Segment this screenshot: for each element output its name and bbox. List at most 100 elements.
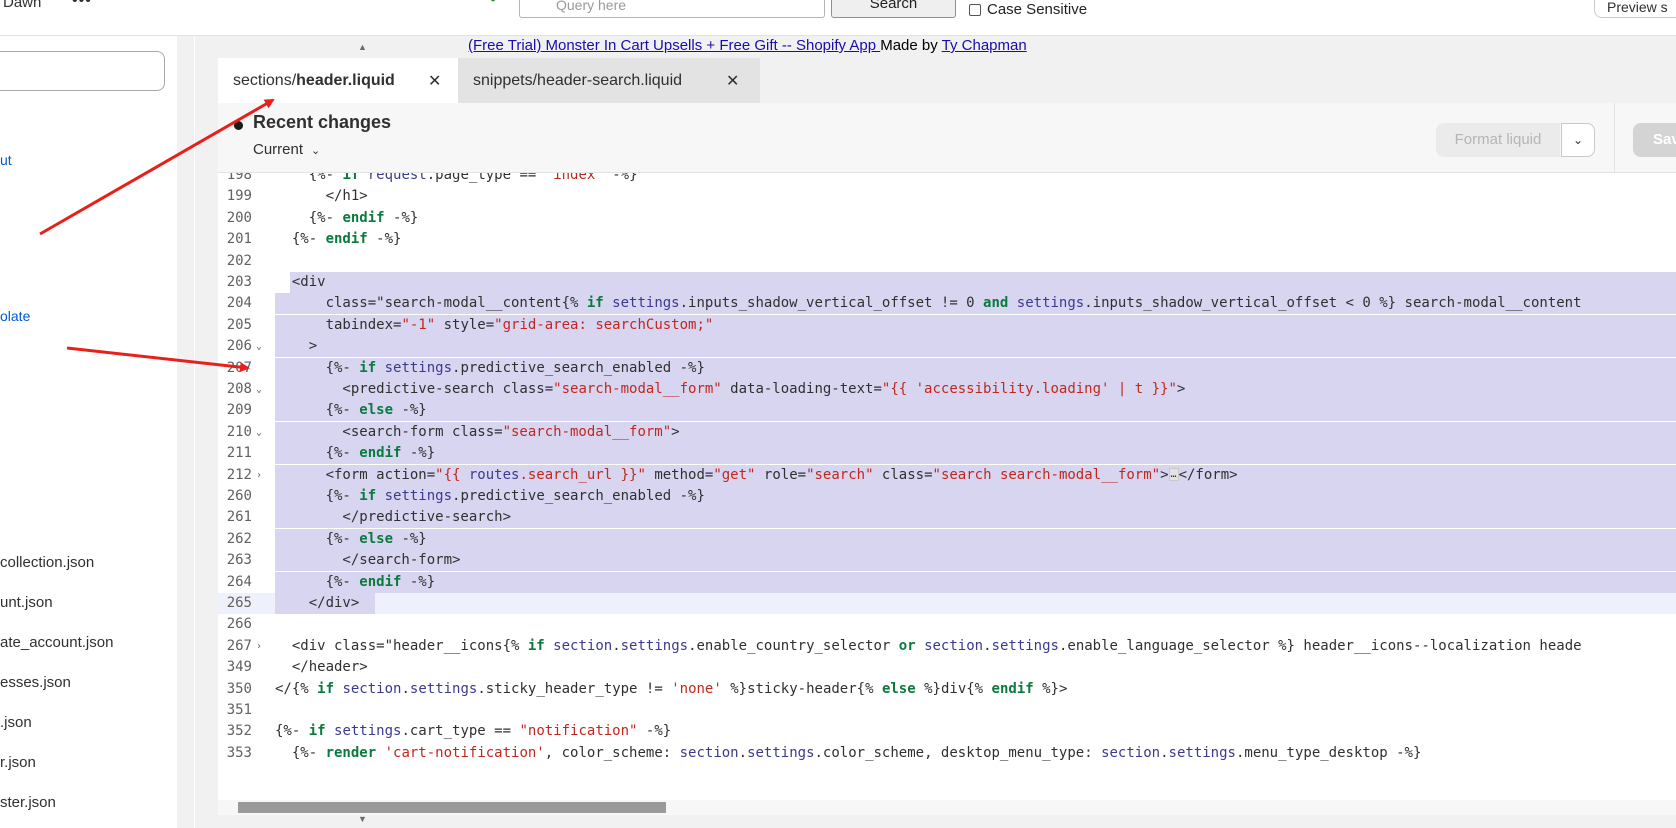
close-icon[interactable]: ✕ [428, 71, 441, 91]
format-liquid-button[interactable]: Format liquid [1436, 123, 1560, 157]
code-line[interactable]: 260 {%- if settings.predictive_search_en… [218, 486, 1676, 507]
code-editor-panel: sections/header.liquid ✕ snippets/header… [218, 57, 1676, 815]
line-number: 264 [226, 573, 252, 590]
code-line[interactable]: 261 </predictive-search> [218, 507, 1676, 529]
made-by-text: Made by [880, 37, 942, 54]
scroll-up-icon[interactable]: ▲ [358, 42, 367, 52]
theme-code-editor-screen: { "topbar": { "store_name": "Dawn", "mor… [0, 0, 1676, 828]
code-line[interactable]: 201 {%- endif -%} [218, 229, 1676, 250]
file-item[interactable]: unt.json [0, 594, 53, 611]
code-text: <search-form class="search-modal__form"> [275, 423, 680, 440]
file-item[interactable]: collection.json [0, 554, 94, 571]
code-line[interactable]: 266 [218, 614, 1676, 635]
fold-toggle-icon[interactable]: › [256, 465, 262, 486]
tab-header-search-liquid[interactable]: snippets/header-search.liquid ✕ [458, 58, 760, 103]
code-text: tabindex="-1" style="grid-area: searchCu… [275, 316, 714, 333]
file-search-input[interactable] [0, 51, 165, 91]
file-item[interactable]: ate_account.json [0, 634, 113, 651]
save-button[interactable]: Sav [1633, 123, 1676, 157]
code-line[interactable]: 264 {%- endif -%} [218, 571, 1676, 593]
search-button[interactable]: Search [831, 0, 956, 18]
code-line[interactable]: 207 {%- if settings.predictive_search_en… [218, 357, 1676, 379]
code-text: </div> [275, 595, 360, 611]
author-link[interactable]: Ty Chapman [942, 37, 1027, 54]
code-line[interactable]: 263 </search-form> [218, 550, 1676, 572]
more-icon[interactable]: ••• [72, 0, 92, 10]
code-line[interactable]: 212 › <form action="{{ routes.search_url … [218, 464, 1676, 486]
sidebar-link-add-template[interactable]: olate [0, 308, 30, 324]
app-link[interactable]: (Free Trial) Monster In Cart Upsells + F… [468, 37, 880, 54]
sidebar-scrollbar[interactable]: ▲ ▼ [177, 36, 370, 828]
preview-button[interactable]: Preview s [1594, 0, 1676, 18]
format-options-chevron-icon[interactable]: ⌄ [1561, 123, 1595, 157]
code-line[interactable]: 208 ⌄ <predictive-search class="search-mo… [218, 379, 1676, 400]
code-line[interactable]: 351 [218, 700, 1676, 721]
file-item[interactable]: esses.json [0, 674, 71, 691]
code-line[interactable]: 206 ⌄ > [218, 336, 1676, 358]
code-line[interactable]: 349 </header> [218, 657, 1676, 678]
scroll-down-icon[interactable]: ▼ [358, 814, 367, 824]
code-area[interactable]: 198 {%- if request.page_type == 'index' … [218, 173, 1676, 800]
code-text: <div class="header__icons{% if section.s… [275, 637, 1582, 654]
code-text: {%- else -%} [275, 402, 427, 419]
code-line[interactable]: 204 class="search-modal__content{% if se… [218, 293, 1676, 315]
file-item[interactable]: .json [0, 714, 32, 731]
code-line[interactable]: 199 </h1> [218, 186, 1676, 207]
code-line[interactable]: 202 [218, 251, 1676, 272]
editor-tabs: sections/header.liquid ✕ snippets/header… [218, 57, 1676, 103]
code-text: </h1> [275, 188, 368, 205]
case-sensitive-checkbox[interactable] [969, 3, 981, 16]
recent-changes-title: Recent changes [253, 112, 392, 132]
horizontal-scroll-thumb[interactable] [238, 802, 666, 813]
query-input[interactable]: Query here [519, 0, 825, 18]
fold-toggle-icon[interactable]: ⌄ [256, 336, 262, 357]
code-text: <div [275, 274, 326, 290]
file-sidebar: ut olate collection.json unt.json ate_ac… [0, 36, 195, 828]
selection-highlight [275, 528, 1676, 550]
code-line[interactable]: 200 {%- endif -%} [218, 208, 1676, 229]
line-number: 267 [226, 637, 252, 654]
code-text: {%- if settings.cart_type == "notificati… [275, 723, 672, 740]
selection-highlight [275, 571, 1676, 593]
code-line[interactable]: 210 ⌄ <search-form class="search-modal__f… [218, 421, 1676, 443]
code-line[interactable]: 205 tabindex="-1" style="grid-area: sear… [218, 314, 1676, 336]
line-number: 265 [226, 595, 252, 611]
code-line[interactable]: 265 </div> [218, 593, 1676, 614]
unsaved-dot-icon [234, 121, 243, 130]
code-line[interactable]: 352 {%- if settings.cart_type == "notific… [218, 721, 1676, 742]
line-number: 200 [226, 209, 252, 226]
line-number: 203 [226, 274, 252, 290]
selection-highlight [275, 443, 1676, 465]
fold-toggle-icon[interactable]: › [256, 636, 262, 657]
close-icon[interactable]: ✕ [726, 71, 739, 91]
line-number: 209 [226, 402, 252, 419]
line-number: 198 [226, 173, 252, 183]
line-number: 211 [226, 445, 252, 462]
file-item[interactable]: ster.json [0, 794, 56, 811]
code-line[interactable]: 262 {%- else -%} [218, 528, 1676, 550]
code-text: class="search-modal__content{% if settin… [275, 295, 1582, 312]
line-number: 210 [226, 423, 252, 440]
selection-highlight [290, 272, 1676, 293]
fold-toggle-icon[interactable]: ⌄ [256, 379, 262, 400]
line-number: 201 [226, 231, 252, 248]
code-text: </search-form> [275, 552, 461, 569]
code-line[interactable]: 267 › <div class="header__icons{% if sect… [218, 636, 1676, 657]
code-line[interactable]: 353 {%- render 'cart-notification', colo… [218, 743, 1676, 764]
line-number: 261 [226, 509, 252, 526]
code-line[interactable]: 211 {%- endif -%} [218, 443, 1676, 465]
fold-toggle-icon[interactable]: ⌄ [256, 422, 262, 443]
code-text: {%- render 'cart-notification', color_sc… [275, 744, 1422, 761]
sidebar-link-add-layout[interactable]: ut [0, 152, 12, 168]
line-number: 205 [226, 316, 252, 333]
version-select[interactable]: Current ⌄ [253, 141, 320, 158]
file-item[interactable]: r.json [0, 754, 36, 771]
tab-header-liquid[interactable]: sections/header.liquid ✕ [218, 58, 458, 103]
line-number: 262 [226, 530, 252, 547]
code-line[interactable]: 209 {%- else -%} [218, 400, 1676, 422]
case-sensitive-option[interactable]: Case Sensitive [969, 1, 1087, 18]
code-line[interactable]: 203 <div [218, 272, 1676, 293]
status-dot-icon: ● [490, 0, 496, 5]
code-line[interactable]: 198 {%- if request.page_type == 'index' … [218, 173, 1676, 186]
code-line[interactable]: 350 </{% if section.settings.sticky_heade… [218, 679, 1676, 700]
